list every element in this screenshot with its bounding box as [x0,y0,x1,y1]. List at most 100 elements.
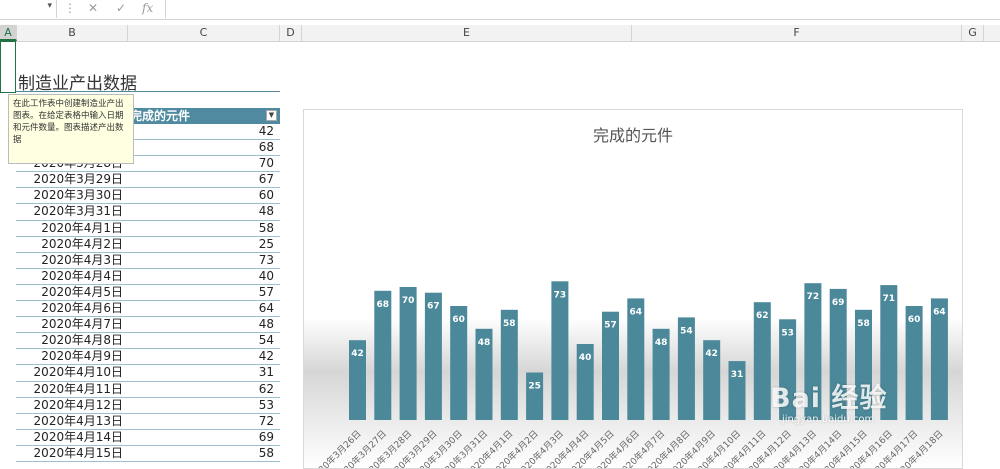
value-cell[interactable]: 58 [259,221,274,236]
bar-data-label: 69 [832,298,845,308]
value-cell[interactable]: 25 [259,237,274,252]
date-cell[interactable]: 2020年4月9日 [41,349,123,364]
table-row[interactable]: 2020年4月8日 54 [16,333,280,350]
table-row[interactable]: 2020年4月11日 62 [16,382,280,398]
value-cell[interactable]: 70 [259,156,274,171]
bar-data-label: 70 [402,296,415,306]
value-cell[interactable]: 58 [259,446,274,461]
value-cell[interactable]: 68 [259,140,274,155]
table-row[interactable]: 2020年4月5日 57 [16,285,280,302]
date-cell[interactable]: 2020年4月2日 [41,237,123,252]
bar-data-label: 60 [452,315,465,325]
cancel-icon[interactable]: ✕ [88,1,98,15]
formula-input[interactable] [165,0,1000,18]
bar-data-label: 25 [528,382,541,392]
bar-data-label: 68 [377,300,390,310]
table-row[interactable]: 2020年3月30日 60 [16,188,280,205]
table-body: 6日427日682020年3月28日702020年3月29日672020年3月3… [16,124,280,462]
chart-bar[interactable] [374,290,392,420]
column-header-c[interactable]: C [128,25,280,41]
bar-data-label: 48 [478,338,491,348]
table-row[interactable]: 2020年4月12日 53 [16,398,280,414]
value-cell[interactable]: 69 [259,430,274,445]
column-header-a[interactable]: A [0,25,17,41]
column-header-e[interactable]: E [302,25,632,41]
date-cell[interactable]: 2020年4月5日 [41,285,123,300]
date-cell[interactable]: 2020年4月7日 [41,317,123,332]
value-cell[interactable]: 60 [259,188,274,203]
chart-bar[interactable] [424,292,442,420]
value-cell[interactable]: 48 [259,317,274,332]
chart-bar[interactable] [399,287,417,420]
bar-data-label: 67 [427,302,440,312]
bar-data-label: 64 [933,307,946,317]
table-row[interactable]: 2020年4月14日 69 [16,430,280,446]
date-cell[interactable]: 2020年4月15日 [34,446,123,461]
value-cell[interactable]: 64 [259,301,274,316]
value-cell[interactable]: 42 [259,124,274,139]
chevron-down-icon[interactable]: ▾ [47,1,52,11]
value-cell[interactable]: 67 [259,172,274,187]
bar-data-label: 62 [756,311,769,321]
column-header-f[interactable]: F [632,25,962,41]
table-row[interactable]: 2020年4月9日 42 [16,349,280,366]
bar-data-label: 73 [554,290,567,300]
date-cell[interactable]: 2020年4月1日 [41,221,123,236]
insert-function-icon[interactable]: fx [142,1,153,15]
bar-data-label: 54 [680,326,693,336]
chart-bar[interactable] [526,372,544,421]
value-cell[interactable]: 72 [259,414,274,429]
date-cell[interactable]: 2020年3月31日 [34,204,123,219]
bar-data-label: 42 [705,349,718,359]
table-row[interactable]: 2020年3月29日 67 [16,172,280,189]
column-header-b[interactable]: B [17,25,128,41]
bar-data-label: 53 [781,328,794,338]
date-cell[interactable]: 2020年4月6日 [41,301,123,316]
bar-data-label: 40 [579,353,592,363]
table-row[interactable]: 2020年4月7日 48 [16,317,280,334]
watermark-url: jingyan.baidu.com [782,414,875,425]
name-box[interactable]: ▾ [0,0,57,18]
value-cell[interactable]: 73 [259,253,274,268]
input-message-tooltip: 在此工作表中创建制造业产出图表。在给定表格中输入日期和元件数量。图表描述产出数据 [8,94,134,164]
filter-dropdown-icon[interactable]: ▼ [266,110,277,121]
table-row[interactable]: 2020年4月13日 72 [16,414,280,430]
table-row[interactable]: 2020年4月10日 31 [16,365,280,382]
value-cell[interactable]: 42 [259,349,274,364]
table-row[interactable]: 2020年4月6日 64 [16,301,280,318]
value-cell[interactable]: 54 [259,333,274,348]
title-underline [16,91,280,92]
date-cell[interactable]: 2020年4月4日 [41,269,123,284]
date-cell[interactable]: 2020年4月8日 [41,333,123,348]
bar-data-label: 71 [883,294,896,304]
date-cell[interactable]: 2020年4月14日 [34,430,123,445]
bar-data-label: 31 [731,370,744,380]
bar-data-label: 64 [630,307,643,317]
table-row[interactable]: 2020年4月2日 25 [16,237,280,253]
table-row[interactable]: 2020年4月1日 58 [16,221,280,237]
date-cell[interactable]: 2020年4月13日 [34,414,123,429]
column-header-g[interactable]: G [962,25,984,41]
date-cell[interactable]: 2020年4月11日 [34,382,123,397]
date-cell[interactable]: 2020年4月12日 [34,398,123,413]
value-cell[interactable]: 62 [259,382,274,397]
table-row[interactable]: 2020年3月31日 48 [16,204,280,221]
date-cell[interactable]: 2020年4月10日 [34,365,123,380]
enter-icon[interactable]: ✓ [116,1,126,15]
value-cell[interactable]: 57 [259,285,274,300]
chart-bar[interactable] [551,281,569,420]
bar-data-label: 60 [908,315,921,325]
date-cell[interactable]: 2020年4月3日 [41,253,123,268]
table-row[interactable]: 2020年4月4日 40 [16,269,280,285]
value-cell[interactable]: 48 [259,204,274,219]
date-cell[interactable]: 2020年3月29日 [34,172,123,187]
table-row[interactable]: 2020年4月15日 58 [16,446,280,462]
active-cell-selection[interactable] [0,41,16,93]
column-header-d[interactable]: D [280,25,302,41]
value-cell[interactable]: 40 [259,269,274,284]
date-cell[interactable]: 2020年3月30日 [34,188,123,203]
value-cell[interactable]: 31 [259,365,274,380]
value-cell[interactable]: 53 [259,398,274,413]
baidu-watermark: Bai 经验 jingyan.baidu.com [760,376,960,436]
table-row[interactable]: 2020年4月3日 73 [16,253,280,269]
